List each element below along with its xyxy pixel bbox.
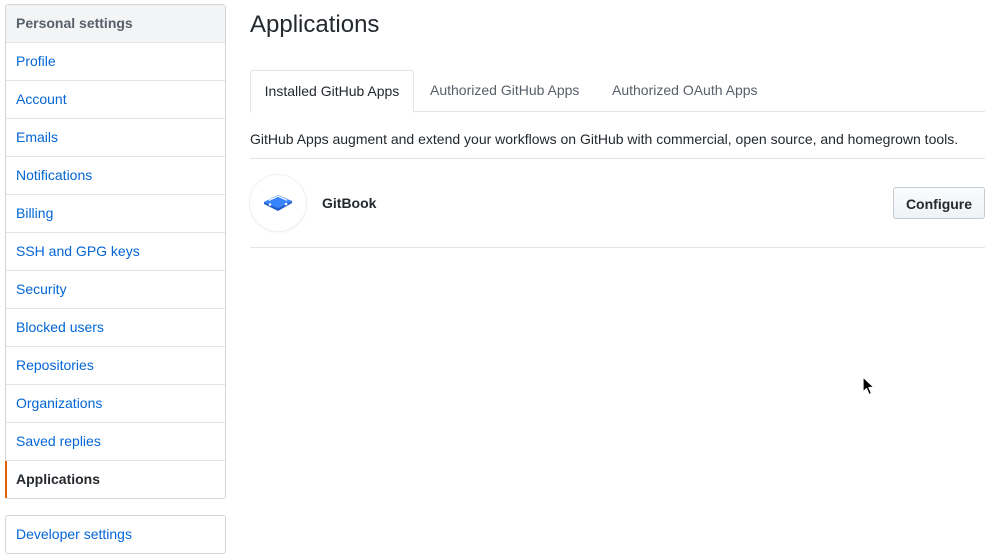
sidebar-item-security[interactable]: Security <box>6 271 225 309</box>
sidebar-item-saved-replies[interactable]: Saved replies <box>6 423 225 461</box>
sidebar-item-organizations[interactable]: Organizations <box>6 385 225 423</box>
app-name: GitBook <box>322 195 377 211</box>
gitbook-icon <box>262 189 294 218</box>
app-avatar <box>250 175 306 231</box>
configure-button[interactable]: Configure <box>893 187 985 219</box>
apps-description: GitHub Apps augment and extend your work… <box>250 131 985 159</box>
sidebar-item-notifications[interactable]: Notifications <box>6 157 225 195</box>
tab-bar: Installed GitHub Apps Authorized GitHub … <box>250 70 985 113</box>
personal-settings-menu: Personal settings Profile Account Emails… <box>5 4 226 499</box>
developer-settings-menu: Developer settings <box>5 515 226 554</box>
sidebar-item-repositories[interactable]: Repositories <box>6 347 225 385</box>
settings-sidebar: Personal settings Profile Account Emails… <box>5 4 226 554</box>
sidebar-item-developer-settings[interactable]: Developer settings <box>6 516 225 553</box>
sidebar-item-applications[interactable]: Applications <box>5 461 225 498</box>
sidebar-item-account[interactable]: Account <box>6 81 225 119</box>
tab-authorized-oauth-apps[interactable]: Authorized OAuth Apps <box>612 70 758 111</box>
sidebar-item-blocked-users[interactable]: Blocked users <box>6 309 225 347</box>
menu-heading: Personal settings <box>6 5 225 43</box>
page-title: Applications <box>250 11 380 38</box>
sidebar-item-ssh-gpg-keys[interactable]: SSH and GPG keys <box>6 233 225 271</box>
sidebar-item-emails[interactable]: Emails <box>6 119 225 157</box>
tab-installed-github-apps[interactable]: Installed GitHub Apps <box>250 70 414 113</box>
mouse-cursor-icon <box>862 376 876 401</box>
tab-authorized-github-apps[interactable]: Authorized GitHub Apps <box>430 70 579 111</box>
sidebar-item-profile[interactable]: Profile <box>6 43 225 81</box>
main-content: Applications Installed GitHub Apps Autho… <box>250 0 985 248</box>
sidebar-item-billing[interactable]: Billing <box>6 195 225 233</box>
app-row-gitbook: GitBook Configure <box>250 159 985 248</box>
